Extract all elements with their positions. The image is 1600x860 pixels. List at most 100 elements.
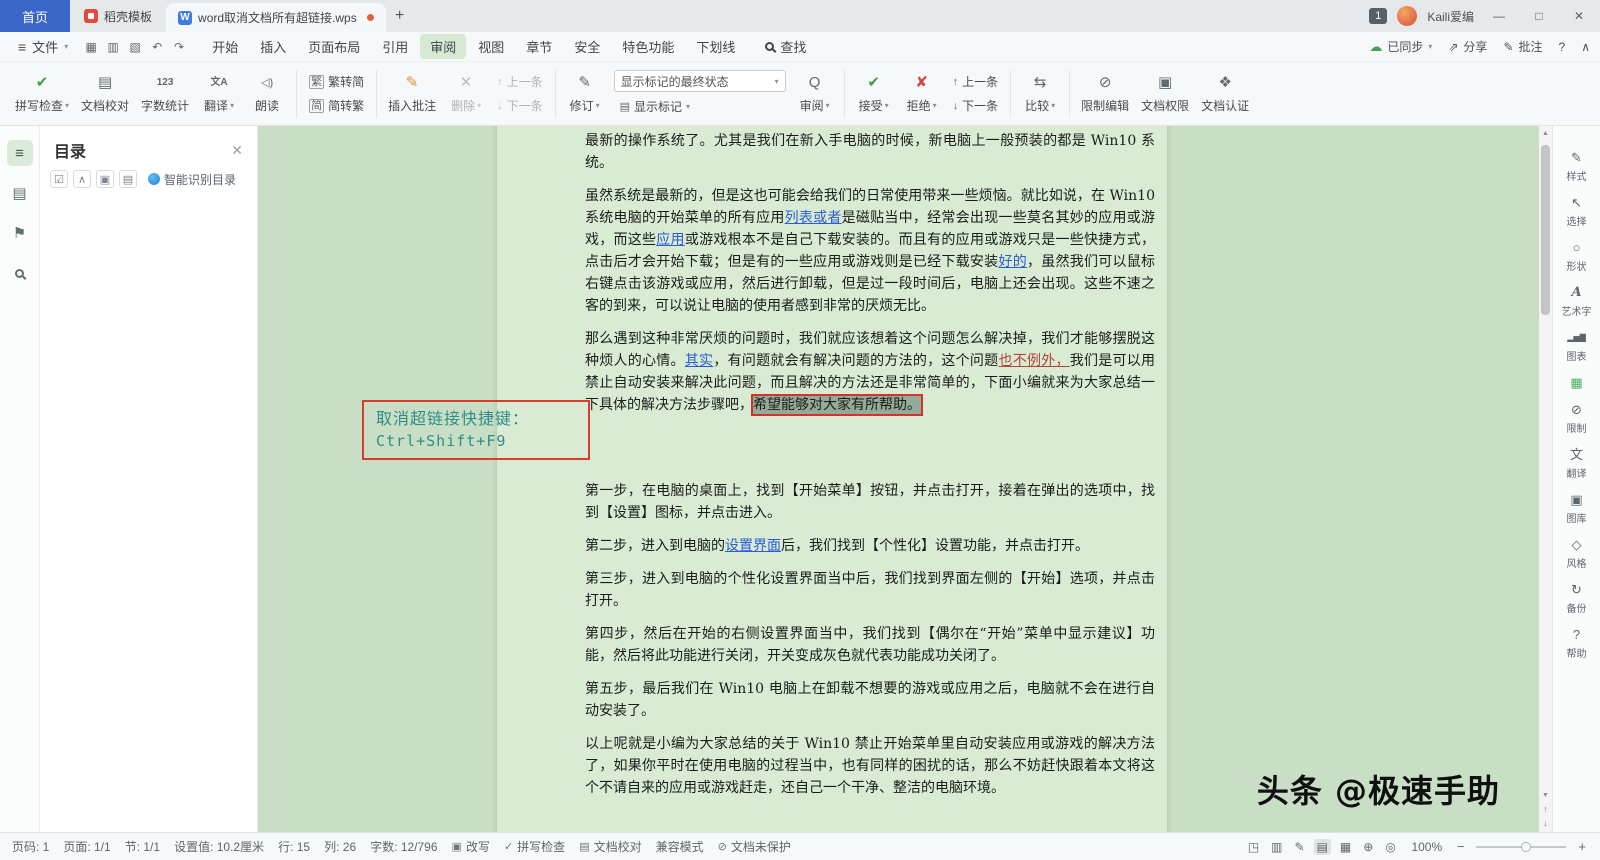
rail-风格[interactable]: ◇ 风格 (1567, 537, 1587, 570)
menu-tab-安全[interactable]: 安全 (564, 34, 610, 59)
ribbon-简转繁[interactable]: 简简转繁 (303, 95, 370, 116)
ribbon-限制编辑[interactable]: ⊘ 限制编辑 (1076, 65, 1134, 123)
toc-tool-selectall-icon[interactable]: ☑ (50, 170, 68, 188)
ribbon-文档认证[interactable]: ❖ 文档认证 (1196, 65, 1254, 123)
status-toggle-拼写检查[interactable]: ✓ 拼写检查 (504, 838, 565, 855)
ribbon-上一条[interactable]: ↑ 上一条 (491, 71, 549, 92)
status-toggle-文档未保护[interactable]: ⊘ 文档未保护 (718, 838, 791, 855)
save-icon[interactable]: ▦ (80, 36, 102, 58)
rail-备份[interactable]: ↻ 备份 (1567, 582, 1587, 615)
menu-tab-插入[interactable]: 插入 (250, 34, 296, 59)
menu-tab-下划线[interactable]: 下划线 (686, 34, 745, 59)
document-page[interactable]: 最新的操作系统了。尤其是我们在新入手电脑的时候，新电脑上一般预装的都是 Win1… (497, 126, 1167, 832)
pagelayout-view-button[interactable]: ▤ (1313, 838, 1331, 855)
undo-icon[interactable]: ↶ (146, 36, 168, 58)
status-toggle-兼容模式[interactable]: 兼容模式 (656, 838, 704, 855)
comment-button[interactable]: ✎ 批注 (1503, 38, 1542, 55)
menu-tab-视图[interactable]: 视图 (468, 34, 514, 59)
close-panel-icon[interactable]: ✕ (231, 142, 243, 159)
collapse-ribbon-button[interactable]: ∧ (1581, 40, 1590, 54)
scrollbar-thumb[interactable] (1541, 145, 1550, 315)
menu-tab-特色功能[interactable]: 特色功能 (612, 34, 684, 59)
tab-document[interactable]: W word取消文档所有超链接.wps (166, 3, 386, 32)
ribbon-下一条[interactable]: ↓ 下一条 (491, 95, 549, 116)
share-button[interactable]: ⇗ 分享 (1448, 38, 1487, 55)
ribbon-拒绝[interactable]: ✘ 拒绝 ▾ (899, 65, 945, 123)
rail-样式[interactable]: ✎ 样式 (1567, 150, 1587, 183)
outlineview-view-button[interactable]: ▦ (1337, 839, 1354, 855)
ribbon-朗读[interactable]: ◁) 朗读 (244, 65, 290, 123)
rail-艺术字[interactable]: A 艺术字 (1562, 285, 1592, 318)
new-tab-button[interactable]: + (386, 0, 414, 32)
toc-tool-list-icon[interactable]: ▤ (119, 170, 137, 188)
status-toggle-文档校对[interactable]: ▤ 文档校对 (579, 838, 641, 855)
ribbon-比较[interactable]: ⇆ 比较 ▾ (1017, 65, 1063, 123)
menu-tab-章节[interactable]: 章节 (516, 34, 562, 59)
rail-形状[interactable]: ○ 形状 (1567, 240, 1587, 273)
ribbon-删除[interactable]: ✕ 删除 ▾ (443, 65, 489, 123)
rail-翻译[interactable]: 文翻译 (1567, 447, 1587, 480)
redo-icon[interactable]: ↷ (168, 36, 190, 58)
markup-state-combobox[interactable]: 显示标记的最终状态 ▾ (613, 70, 786, 92)
message-badge[interactable]: 1 (1369, 8, 1388, 24)
focus-view-button[interactable]: ◎ (1382, 839, 1398, 855)
file-menu[interactable]: ≡ 文件 ▾ (10, 37, 76, 56)
rail-图表[interactable]: ▂▅▇ 图表 (1567, 330, 1587, 363)
preview-icon[interactable]: ▧ (124, 36, 146, 58)
menu-tab-开始[interactable]: 开始 (202, 34, 248, 59)
pen-view-button[interactable]: ✎ (1292, 839, 1308, 855)
hyperlink[interactable]: 应用 (656, 232, 685, 248)
toc-tool-level-icon[interactable]: ▣ (96, 170, 114, 188)
hyperlink[interactable]: 也不例外， (998, 353, 1069, 369)
strip-toc-button[interactable]: ≡ (6, 140, 33, 166)
scroll-up-icon[interactable]: ▲ (1542, 128, 1549, 140)
zoom-in-button[interactable]: + (1576, 839, 1588, 854)
strip-bookmark-button[interactable]: ⚑ (7, 220, 33, 246)
hyperlink[interactable]: 设置界面 (725, 538, 781, 554)
ribbon-审阅[interactable]: Q 审阅 ▾ (792, 65, 838, 123)
help-button[interactable]: ? (1559, 40, 1566, 54)
rail-帮助[interactable]: ? 帮助 (1567, 627, 1587, 660)
ribbon-下一条[interactable]: ↓ 下一条 (947, 95, 1005, 116)
rail-选择[interactable]: ↖ 选择 (1567, 195, 1587, 228)
print-icon[interactable]: ▥ (102, 36, 124, 58)
next-page-icon[interactable]: ↓ (1543, 816, 1548, 830)
ribbon-上一条[interactable]: ↑ 上一条 (947, 71, 1005, 92)
toc-tool-collapse-icon[interactable]: ∧ (73, 170, 91, 188)
strip-search-button[interactable] (7, 260, 33, 286)
ribbon-插入批注[interactable]: ✎ 插入批注 (383, 65, 441, 123)
menu-tab-引用[interactable]: 引用 (372, 34, 418, 59)
ribbon-接受[interactable]: ✔ 接受 ▾ (851, 65, 897, 123)
ribbon-文档权限[interactable]: ▣ 文档权限 (1136, 65, 1194, 123)
ribbon-修订[interactable]: ✎ 修订 ▾ (562, 65, 608, 123)
scroll-down-icon[interactable]: ▼ (1542, 790, 1549, 802)
hyperlink[interactable]: 列表或者 (785, 210, 842, 226)
tab-docer-templates[interactable]: 稻壳模板 (70, 0, 166, 32)
ribbon-字数统计[interactable]: 123 字数统计 (136, 65, 194, 123)
minimize-button[interactable]: — (1484, 0, 1514, 32)
weblayout-view-button[interactable]: ⊕ (1360, 839, 1376, 855)
close-button[interactable]: ✕ (1564, 0, 1594, 32)
ribbon-显示标记[interactable]: ▤ 显示标记 ▾ (614, 96, 786, 117)
smart-toc-button[interactable]: 智能识别目录 (148, 171, 236, 188)
maximize-button[interactable]: □ (1524, 0, 1554, 32)
strip-outline-button[interactable]: ▤ (7, 180, 33, 206)
ribbon-繁转简[interactable]: 繁繁转简 (303, 71, 370, 92)
hyperlink[interactable]: 其实 (685, 353, 714, 369)
find-button[interactable]: 查找 (765, 37, 806, 56)
ribbon-文档校对[interactable]: ▤ 文档校对 (76, 65, 134, 123)
zoom-slider[interactable] (1476, 841, 1567, 852)
menu-tab-页面布局[interactable]: 页面布局 (298, 34, 370, 59)
tab-home[interactable]: 首页 (0, 0, 71, 32)
rail-图库[interactable]: ▣ 图库 (1567, 492, 1587, 525)
rail-限制[interactable]: ⊘ 限制 (1567, 402, 1587, 435)
fullscreen-view-button[interactable]: ◳ (1245, 839, 1262, 855)
ribbon-翻译[interactable]: 文A 翻译 ▾ (196, 65, 242, 123)
previous-page-icon[interactable]: ↑ (1543, 802, 1548, 816)
readmode-view-button[interactable]: ▥ (1268, 839, 1285, 855)
zoom-slider-knob[interactable] (1521, 841, 1532, 852)
menu-tab-审阅[interactable]: 审阅 (420, 34, 467, 59)
ribbon-拼写检查[interactable]: ✔ 拼写检查 ▾ (10, 65, 74, 123)
hyperlink[interactable]: 好的 (998, 254, 1027, 270)
rail-greenbars[interactable]: ▦ (1570, 375, 1582, 390)
